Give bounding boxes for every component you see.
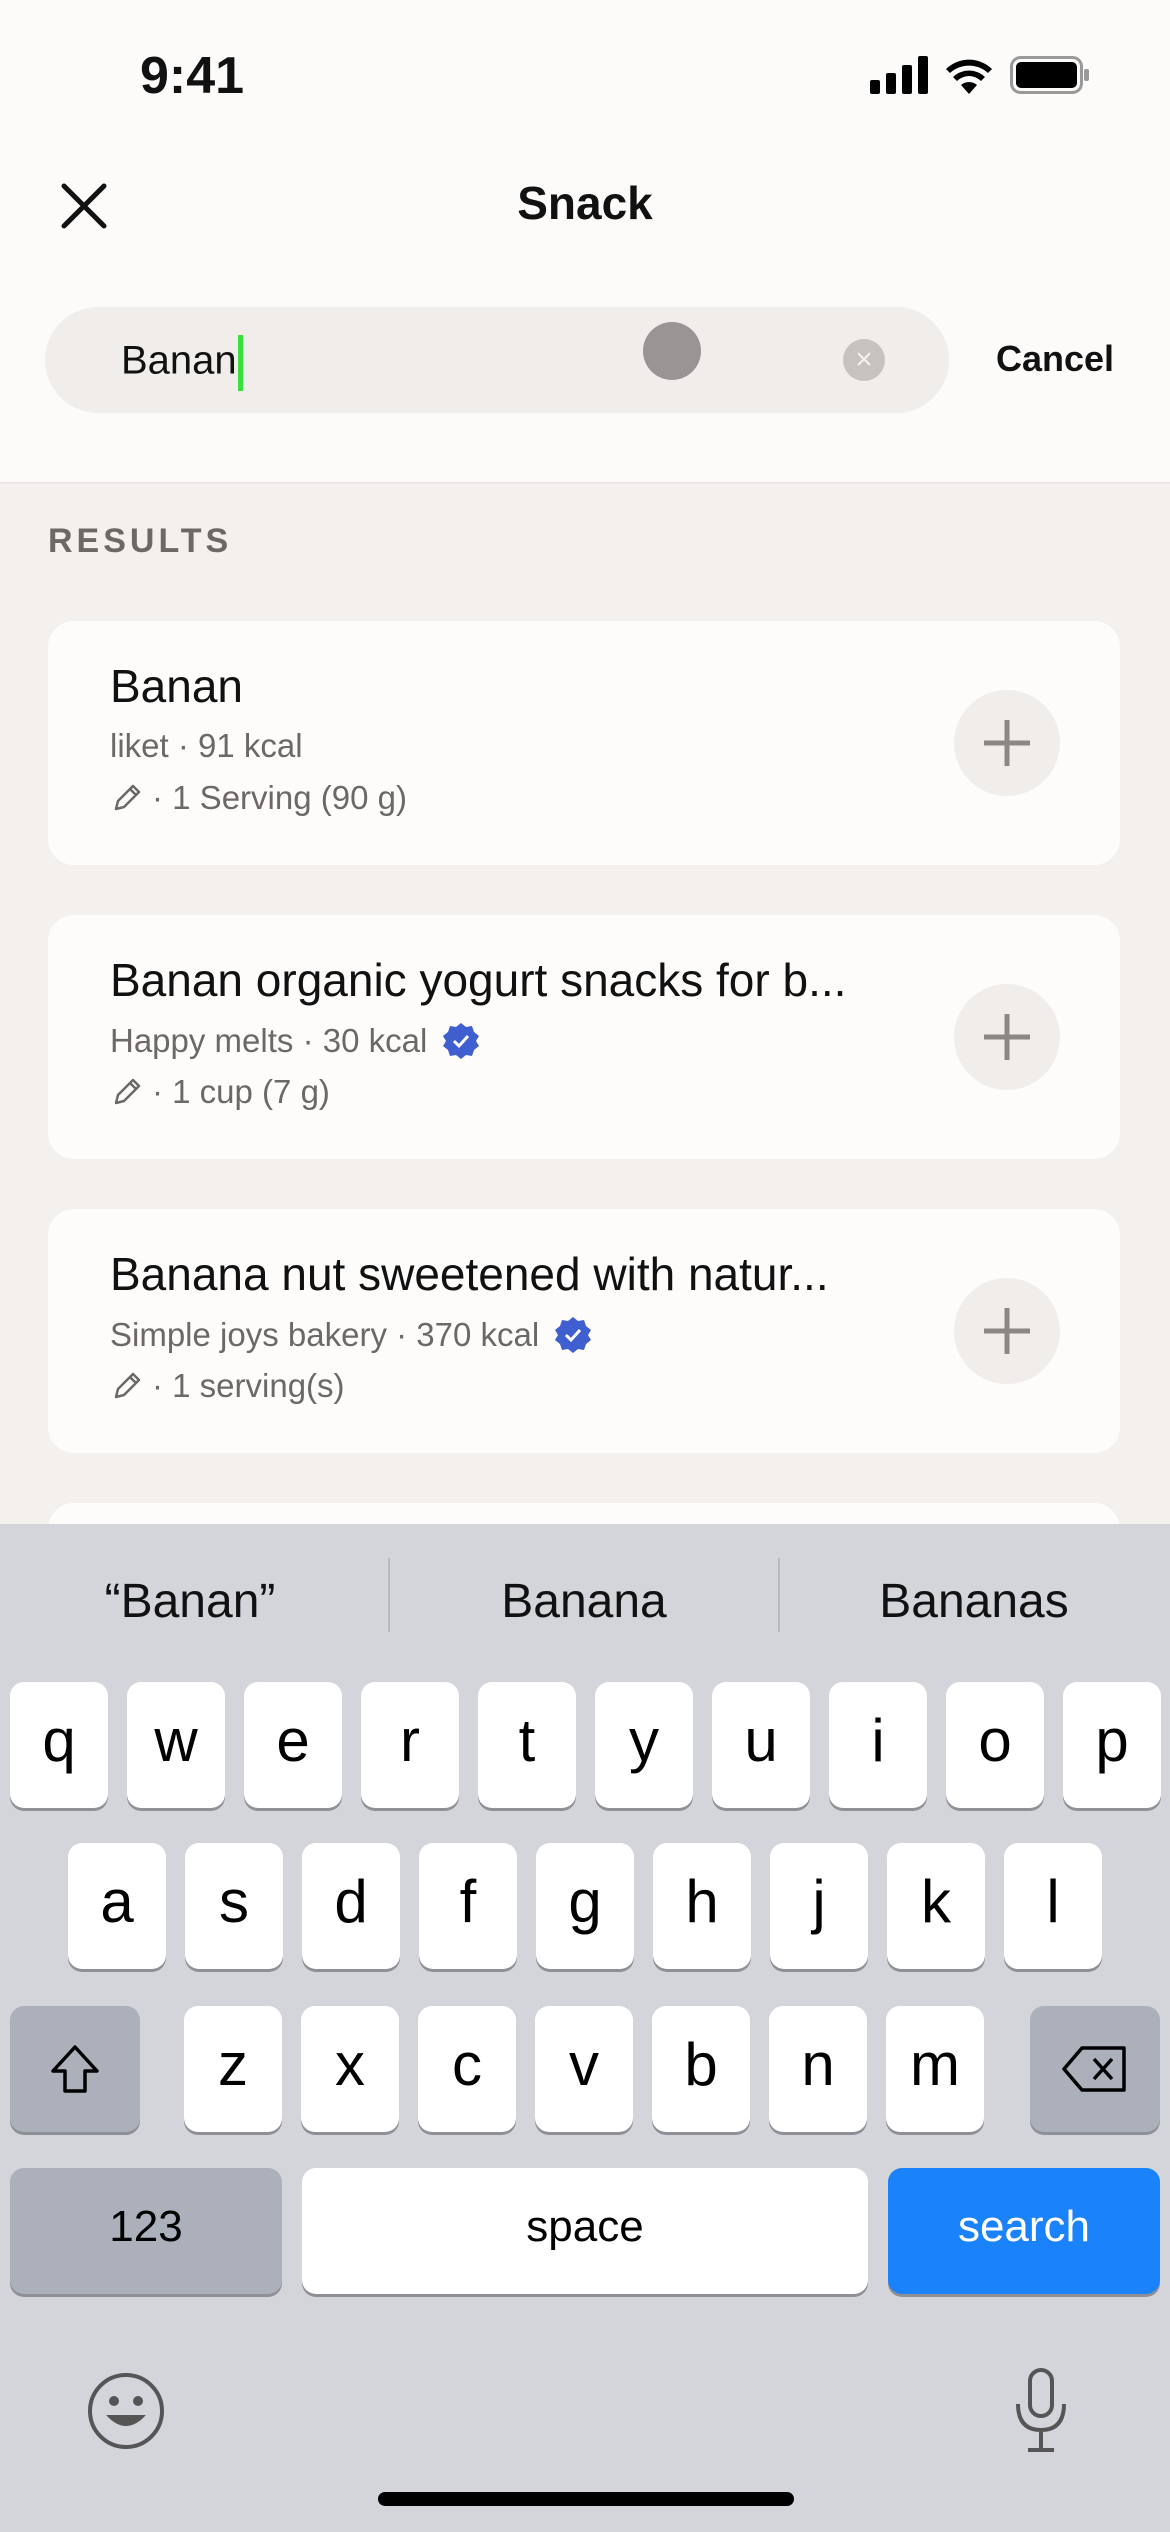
shift-key[interactable] xyxy=(10,2006,140,2132)
results-heading: RESULTS xyxy=(48,522,233,560)
serving-info[interactable]: · 1 Serving (90 g) xyxy=(110,779,407,817)
key-z[interactable]: z xyxy=(184,2006,282,2132)
key-i[interactable]: i xyxy=(829,1682,927,1808)
delete-key[interactable] xyxy=(1030,2006,1160,2132)
key-x[interactable]: x xyxy=(301,2006,399,2132)
food-subtitle: Happy melts · 30 kcal xyxy=(110,1021,481,1061)
food-subtitle: liket · 91 kcal xyxy=(110,727,303,765)
key-s[interactable]: s xyxy=(185,1843,283,1969)
key-o[interactable]: o xyxy=(946,1682,1044,1808)
divider xyxy=(388,1558,390,1632)
clear-search-icon[interactable]: × xyxy=(843,339,885,381)
suggestion[interactable]: Banana xyxy=(404,1574,764,1629)
add-food-button[interactable] xyxy=(954,984,1060,1090)
key-n[interactable]: n xyxy=(769,2006,867,2132)
microphone-icon[interactable] xyxy=(1006,2366,1076,2456)
serving-info[interactable]: · 1 serving(s) xyxy=(110,1367,345,1405)
text-caret xyxy=(237,335,243,391)
add-food-button[interactable] xyxy=(954,690,1060,796)
home-indicator xyxy=(378,2492,794,2506)
brand-kcal: liket · 91 kcal xyxy=(110,727,303,764)
key-a[interactable]: a xyxy=(68,1843,166,1969)
key-r[interactable]: r xyxy=(361,1682,459,1808)
plus-icon xyxy=(984,1014,1030,1060)
key-w[interactable]: w xyxy=(127,1682,225,1808)
serving-info[interactable]: · 1 cup (7 g) xyxy=(110,1073,330,1111)
cursor-drag-indicator xyxy=(643,322,701,380)
pencil-icon xyxy=(114,1078,141,1105)
key-v[interactable]: v xyxy=(535,2006,633,2132)
suggestion[interactable]: “Banan” xyxy=(10,1574,370,1629)
brand-kcal: Happy melts · 30 kcal xyxy=(110,1022,428,1059)
food-subtitle: Simple joys bakery · 370 kcal xyxy=(110,1315,593,1355)
key-g[interactable]: g xyxy=(536,1843,634,1969)
battery-icon xyxy=(1010,56,1089,94)
keyboard: “Banan” Banana Bananas qwertyuiop asdfghj… xyxy=(0,1524,1170,2532)
search-key[interactable]: search xyxy=(888,2168,1160,2294)
plus-icon xyxy=(984,720,1030,766)
status-time: 9:41 xyxy=(140,47,245,105)
add-food-button[interactable] xyxy=(954,1278,1060,1384)
key-q[interactable]: q xyxy=(10,1682,108,1808)
key-c[interactable]: c xyxy=(418,2006,516,2132)
signal-icon xyxy=(870,56,928,94)
food-title: Banan xyxy=(110,660,244,712)
brand-kcal: Simple joys bakery · 370 kcal xyxy=(110,1316,540,1353)
wifi-icon xyxy=(946,59,992,94)
food-title: Banana nut sweetened with natur... xyxy=(110,1248,829,1300)
search-input[interactable]: Banan × xyxy=(45,307,949,413)
result-card[interactable]: Banana nut sweetened with natur... Simpl… xyxy=(48,1209,1120,1453)
key-d[interactable]: d xyxy=(302,1843,400,1969)
divider xyxy=(778,1558,780,1632)
key-b[interactable]: b xyxy=(652,2006,750,2132)
plus-icon xyxy=(984,1308,1030,1354)
key-e[interactable]: e xyxy=(244,1682,342,1808)
result-card[interactable]: Banan organic yogurt snacks for b... Hap… xyxy=(48,915,1120,1159)
verified-badge-icon xyxy=(443,1023,480,1059)
key-l[interactable]: l xyxy=(1004,1843,1102,1969)
key-k[interactable]: k xyxy=(887,1843,985,1969)
emoji-icon[interactable] xyxy=(86,2371,166,2451)
pencil-icon xyxy=(114,784,141,811)
key-t[interactable]: t xyxy=(478,1682,576,1808)
numbers-key[interactable]: 123 xyxy=(10,2168,282,2294)
backspace-icon xyxy=(1062,2046,1126,2092)
search-value: Banan xyxy=(121,338,237,383)
key-f[interactable]: f xyxy=(419,1843,517,1969)
key-j[interactable]: j xyxy=(770,1843,868,1969)
pencil-icon xyxy=(114,1372,141,1399)
verified-badge-icon xyxy=(555,1317,592,1353)
key-m[interactable]: m xyxy=(886,2006,984,2132)
status-icons xyxy=(870,56,1090,94)
food-title: Banan organic yogurt snacks for b... xyxy=(110,954,847,1006)
serving-text: · 1 cup (7 g) xyxy=(152,1073,330,1110)
shift-icon xyxy=(51,2045,99,2093)
space-key[interactable]: space xyxy=(302,2168,868,2294)
suggestion[interactable]: Bananas xyxy=(794,1574,1154,1629)
serving-text: · 1 serving(s) xyxy=(152,1367,345,1404)
key-p[interactable]: p xyxy=(1063,1682,1161,1808)
key-u[interactable]: u xyxy=(712,1682,810,1808)
result-card[interactable]: Banan liket · 91 kcal · 1 Serving (90 g) xyxy=(48,621,1120,865)
key-h[interactable]: h xyxy=(653,1843,751,1969)
page-title: Snack xyxy=(517,177,653,229)
key-y[interactable]: y xyxy=(595,1682,693,1808)
cancel-button[interactable]: Cancel xyxy=(996,338,1114,380)
serving-text: · 1 Serving (90 g) xyxy=(152,779,407,816)
